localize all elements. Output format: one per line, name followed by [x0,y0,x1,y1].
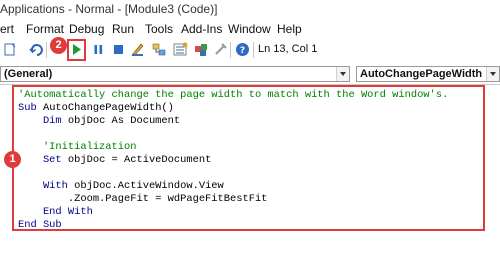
step-badge-run: 2 [50,37,67,54]
menu-run[interactable]: Run [112,22,134,36]
menu-debug[interactable]: Debug [69,22,104,36]
insert-icon[interactable] [2,41,19,58]
run-button-highlight [67,39,86,61]
help-icon[interactable]: ? [234,41,251,58]
chevron-down-icon[interactable] [336,67,349,81]
object-browser-icon[interactable] [193,41,210,58]
break-icon[interactable] [90,41,107,58]
project-explorer-icon[interactable] [151,41,168,58]
object-dropdown[interactable]: (General) [0,66,350,82]
procedure-dropdown-value: AutoChangePageWidth [360,68,483,80]
reset-icon[interactable] [110,41,127,58]
properties-icon[interactable] [172,41,189,58]
code-selectors: (General) AutoChangePageWidth [0,66,500,82]
toolbar-separator [46,42,47,58]
menu-bar: ert Format Debug Run Tools Add-Ins Windo… [0,19,500,39]
toolbar-separator [253,42,254,58]
svg-text:?: ? [240,46,245,56]
window-title: Applications - Normal - [Module3 (Code)] [0,2,218,16]
step-badge-code: 1 [4,151,21,168]
menu-tools[interactable]: Tools [145,22,173,36]
menu-insert[interactable]: ert [0,22,14,36]
toolbox-icon[interactable] [213,41,230,58]
design-mode-icon[interactable] [129,41,146,58]
menu-format[interactable]: Format [26,22,64,36]
menu-add-ins[interactable]: Add-Ins [181,22,222,36]
menu-window[interactable]: Window [228,22,271,36]
code-block-highlight [12,85,485,231]
cursor-position-readout: Ln 13, Col 1 [258,43,318,55]
object-dropdown-value: (General) [4,68,53,80]
title-bar: Applications - Normal - [Module3 (Code)] [0,0,500,19]
procedure-dropdown[interactable]: AutoChangePageWidth [356,66,500,82]
chevron-down-icon[interactable] [486,67,499,81]
toolbar-separator [230,42,231,58]
redo-icon[interactable] [28,41,45,58]
menu-help[interactable]: Help [277,22,302,36]
